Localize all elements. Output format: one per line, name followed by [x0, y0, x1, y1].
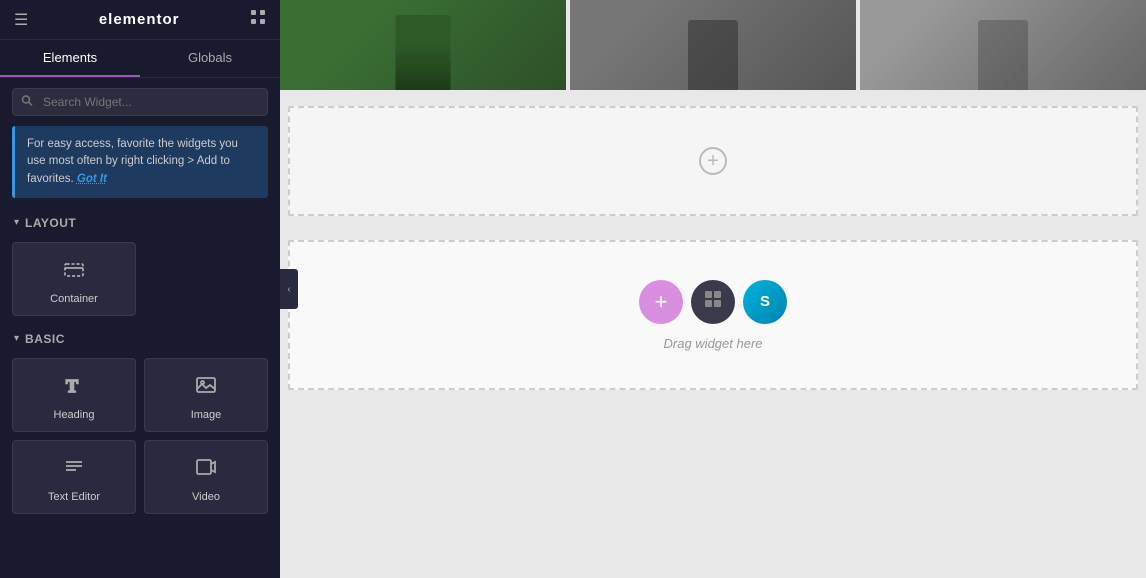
widget-image[interactable]: Image: [144, 358, 268, 432]
got-it-link[interactable]: Got It: [77, 173, 107, 185]
container-icon: [62, 257, 86, 285]
sidebar: ☰ elementor Elements Globals For easy ac…: [0, 0, 280, 578]
search-icon: [21, 95, 33, 110]
search-container: [0, 78, 280, 126]
image-thumb-2: [566, 0, 860, 90]
basic-widget-grid: T Heading Image: [0, 354, 280, 522]
drag-circle-dark-icon: [703, 289, 723, 314]
text-icon: [62, 455, 86, 483]
section-header-basic[interactable]: ▾ Basic: [0, 324, 280, 354]
drag-widget-text: Drag widget here: [664, 336, 763, 351]
tip-text: For easy access, favorite the widgets yo…: [27, 138, 238, 185]
sidebar-collapse-toggle[interactable]: ‹: [280, 269, 298, 309]
image-thumb-3: [860, 0, 1146, 90]
widget-text[interactable]: Text Editor: [12, 440, 136, 514]
add-section-button[interactable]: +: [699, 147, 727, 175]
plus-icon: +: [707, 151, 719, 171]
canvas-inner: + + S Drag widget here: [280, 0, 1146, 578]
drag-circle-blue-icon: S: [760, 293, 770, 310]
canvas-area: + + S Drag widget here: [280, 0, 1146, 578]
widget-sections: ▾ Layout Container ▾ Basic: [0, 208, 280, 578]
layout-section-title: Layout: [25, 216, 76, 230]
drag-icon-dark[interactable]: [691, 280, 735, 324]
image-label: Image: [191, 409, 222, 421]
empty-section[interactable]: +: [288, 106, 1138, 216]
image-icon: [194, 373, 218, 401]
section-header-layout[interactable]: ▾ Layout: [0, 208, 280, 238]
video-icon: [194, 455, 218, 483]
widget-video[interactable]: Video: [144, 440, 268, 514]
sidebar-tabs: Elements Globals: [0, 40, 280, 78]
svg-text:T: T: [66, 376, 78, 396]
image-row-section: [280, 0, 1146, 90]
drag-icons-row: + S: [639, 280, 787, 324]
hamburger-icon[interactable]: ☰: [14, 10, 28, 30]
basic-chevron-icon: ▾: [14, 333, 19, 344]
tab-elements[interactable]: Elements: [0, 40, 140, 77]
image-thumb-1: [280, 0, 566, 90]
search-input[interactable]: [12, 88, 268, 116]
elementor-logo: elementor: [99, 11, 180, 28]
sidebar-header: ☰ elementor: [0, 0, 280, 40]
layout-widget-grid: Container: [0, 238, 280, 324]
heading-label: Heading: [54, 409, 95, 421]
widget-container[interactable]: Container: [12, 242, 136, 316]
container-label: Container: [50, 293, 98, 305]
widget-heading[interactable]: T Heading: [12, 358, 136, 432]
collapse-icon: ‹: [287, 284, 290, 295]
drag-icon-blue[interactable]: S: [743, 280, 787, 324]
text-label: Text Editor: [48, 491, 100, 503]
tab-globals[interactable]: Globals: [140, 40, 280, 77]
drag-widget-section[interactable]: + S Drag widget here: [288, 240, 1138, 390]
layout-chevron-icon: ▾: [14, 217, 19, 228]
tip-box: For easy access, favorite the widgets yo…: [12, 126, 268, 198]
add-icon: +: [655, 289, 668, 315]
basic-section-title: Basic: [25, 332, 65, 346]
video-label: Video: [192, 491, 220, 503]
add-widget-button[interactable]: +: [639, 280, 683, 324]
heading-icon: T: [62, 373, 86, 401]
grid-icon[interactable]: [250, 9, 266, 30]
